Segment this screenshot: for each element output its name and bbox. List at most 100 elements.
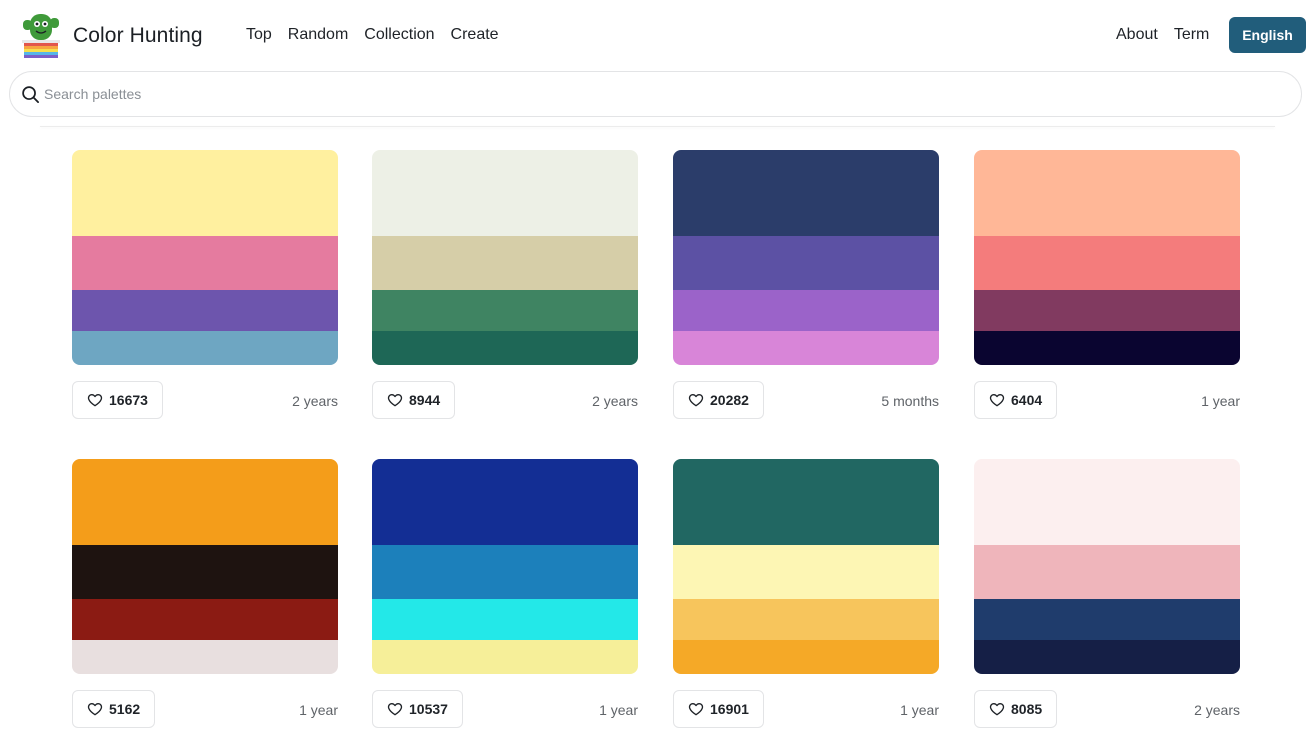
heart-icon [688,703,704,716]
color-swatch[interactable] [974,290,1240,331]
nav-create[interactable]: Create [451,26,499,44]
heart-icon [387,394,403,407]
color-swatch[interactable] [673,236,939,290]
heart-icon [87,394,103,407]
language-button[interactable]: English [1229,17,1306,53]
color-swatch[interactable] [372,331,638,365]
color-swatch[interactable] [974,599,1240,640]
palette-age: 2 years [1194,702,1240,718]
palette-age: 1 year [1201,393,1240,409]
palette-card: 20282 5 months [673,150,939,421]
color-swatch[interactable] [72,545,338,599]
brand-name[interactable]: Color Hunting [73,24,203,48]
search-icon [22,86,40,104]
like-count: 16901 [710,701,749,717]
color-swatch[interactable] [372,545,638,599]
palette-meta: 8085 2 years [974,690,1240,730]
like-count: 8085 [1011,701,1043,717]
nav-random[interactable]: Random [288,26,348,44]
palette-swatches[interactable] [974,459,1240,674]
color-swatch[interactable] [974,640,1240,674]
palette-swatches[interactable] [372,459,638,674]
like-count: 16673 [109,392,148,408]
color-swatch[interactable] [72,640,338,674]
palette-swatches[interactable] [72,459,338,674]
color-swatch[interactable] [72,599,338,640]
color-swatch[interactable] [372,459,638,545]
like-button[interactable]: 8944 [372,381,456,419]
color-swatch[interactable] [372,290,638,331]
color-swatch[interactable] [372,599,638,640]
color-swatch[interactable] [72,331,338,365]
nav-about[interactable]: About [1116,26,1158,44]
like-count: 6404 [1011,392,1043,408]
color-swatch[interactable] [673,331,939,365]
palette-swatches[interactable] [673,459,939,674]
palette-meta: 6404 1 year [974,381,1240,421]
color-swatch[interactable] [974,150,1240,236]
color-swatch[interactable] [673,640,939,674]
palette-meta: 20282 5 months [673,381,939,421]
color-swatch[interactable] [673,290,939,331]
color-swatch[interactable] [372,640,638,674]
palette-age: 2 years [592,393,638,409]
palette-card: 16901 1 year [673,459,939,730]
color-swatch[interactable] [72,150,338,236]
nav-term[interactable]: Term [1174,26,1210,44]
palette-card: 5162 1 year [72,459,338,730]
color-swatch[interactable] [372,236,638,290]
like-button[interactable]: 16901 [673,690,764,728]
color-swatch[interactable] [72,236,338,290]
color-swatch[interactable] [72,459,338,545]
palette-swatches[interactable] [974,150,1240,365]
palette-meta: 5162 1 year [72,690,338,730]
nav-top[interactable]: Top [246,26,272,44]
palette-age: 1 year [900,702,939,718]
like-button[interactable]: 6404 [974,381,1058,419]
palette-card: 16673 2 years [72,150,338,421]
palette-age: 5 months [881,393,939,409]
search-input[interactable] [44,82,1244,106]
color-swatch[interactable] [72,290,338,331]
like-button[interactable]: 20282 [673,381,764,419]
palette-swatches[interactable] [673,150,939,365]
color-swatch[interactable] [974,236,1240,290]
palette-meta: 16673 2 years [72,381,338,421]
nav-collection[interactable]: Collection [364,26,434,44]
color-swatch[interactable] [974,459,1240,545]
color-swatch[interactable] [673,150,939,236]
palette-meta: 16901 1 year [673,690,939,730]
palette-age: 1 year [299,702,338,718]
palette-swatches[interactable] [372,150,638,365]
like-count: 8944 [409,392,441,408]
color-swatch[interactable] [673,599,939,640]
color-swatch[interactable] [673,545,939,599]
like-count: 5162 [109,701,141,717]
like-count: 20282 [710,392,749,408]
palette-meta: 8944 2 years [372,381,638,421]
main-nav: Top Random Collection Create [246,26,499,44]
search-bar[interactable] [9,71,1302,117]
palette-swatches[interactable] [72,150,338,365]
color-swatch[interactable] [673,459,939,545]
heart-icon [989,703,1005,716]
like-count: 10537 [409,701,448,717]
secondary-nav: About Term [1116,26,1209,44]
heart-icon [387,703,403,716]
palette-meta: 10537 1 year [372,690,638,730]
like-button[interactable]: 16673 [72,381,163,419]
color-swatch[interactable] [974,331,1240,365]
color-swatch[interactable] [372,150,638,236]
color-swatch[interactable] [974,545,1240,599]
heart-icon [87,703,103,716]
like-button[interactable]: 8085 [974,690,1058,728]
heart-icon [989,394,1005,407]
like-button[interactable]: 10537 [372,690,463,728]
cactus-logo-icon[interactable] [20,10,62,60]
like-button[interactable]: 5162 [72,690,156,728]
palette-card: 10537 1 year [372,459,638,730]
header: Color Hunting Top Random Collection Crea… [0,0,1315,70]
palette-age: 1 year [599,702,638,718]
palette-card: 6404 1 year [974,150,1240,421]
palette-card: 8085 2 years [974,459,1240,730]
